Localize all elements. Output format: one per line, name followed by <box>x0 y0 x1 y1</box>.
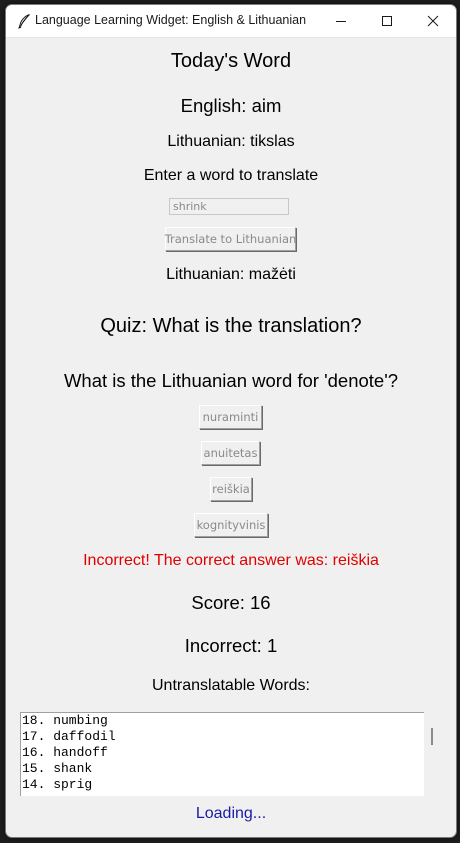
app-window: Language Learning Widget: English & Lith… <box>5 4 457 838</box>
close-icon <box>427 15 439 27</box>
list-item[interactable]: 17. daffodil <box>21 729 424 745</box>
list-item[interactable]: 18. numbing <box>21 713 424 729</box>
translate-button[interactable]: Translate to Lithuanian <box>165 227 296 251</box>
score-label: Score: 16 <box>191 592 271 613</box>
feather-icon <box>18 14 30 29</box>
quiz-option-1[interactable]: nuraminti <box>199 405 262 429</box>
window-title: Language Learning Widget: English & Lith… <box>35 13 307 27</box>
minimize-button[interactable] <box>318 5 364 37</box>
list-item[interactable]: 16. handoff <box>21 745 424 761</box>
maximize-icon <box>382 16 392 26</box>
list-scrollbar-thumb[interactable] <box>431 728 433 745</box>
english-word: English: aim <box>180 95 282 116</box>
translate-input[interactable]: shrink <box>169 198 289 215</box>
maximize-button[interactable] <box>364 5 410 37</box>
untranslatable-list[interactable]: 18. numbing 17. daffodil 16. handoff 15.… <box>20 712 424 796</box>
quiz-heading: Quiz: What is the translation? <box>100 315 362 337</box>
title-bar[interactable]: Language Learning Widget: English & Lith… <box>6 5 456 38</box>
status-loading: Loading... <box>195 805 267 822</box>
list-item[interactable]: 14. sprig <box>21 777 424 793</box>
translation-result: Lithuanian: mažėti <box>166 266 296 283</box>
lithuanian-word: Lithuanian: tikslas <box>167 133 295 150</box>
untranslatable-heading: Untranslatable Words: <box>152 677 310 694</box>
incorrect-label: Incorrect: 1 <box>184 635 278 656</box>
close-button[interactable] <box>410 5 456 37</box>
quiz-option-3[interactable]: reiškia <box>210 477 252 501</box>
quiz-question: What is the Lithuanian word for 'denote'… <box>63 370 399 391</box>
quiz-option-4[interactable]: kognityvinis <box>194 513 268 537</box>
list-item[interactable]: 15. shank <box>21 761 424 777</box>
todays-word-heading: Today's Word <box>170 50 292 72</box>
translate-prompt: Enter a word to translate <box>143 167 319 184</box>
quiz-feedback: Incorrect! The correct answer was: reišk… <box>83 552 379 569</box>
minimize-icon <box>336 21 346 22</box>
quiz-option-2[interactable]: anuitetas <box>201 441 260 465</box>
